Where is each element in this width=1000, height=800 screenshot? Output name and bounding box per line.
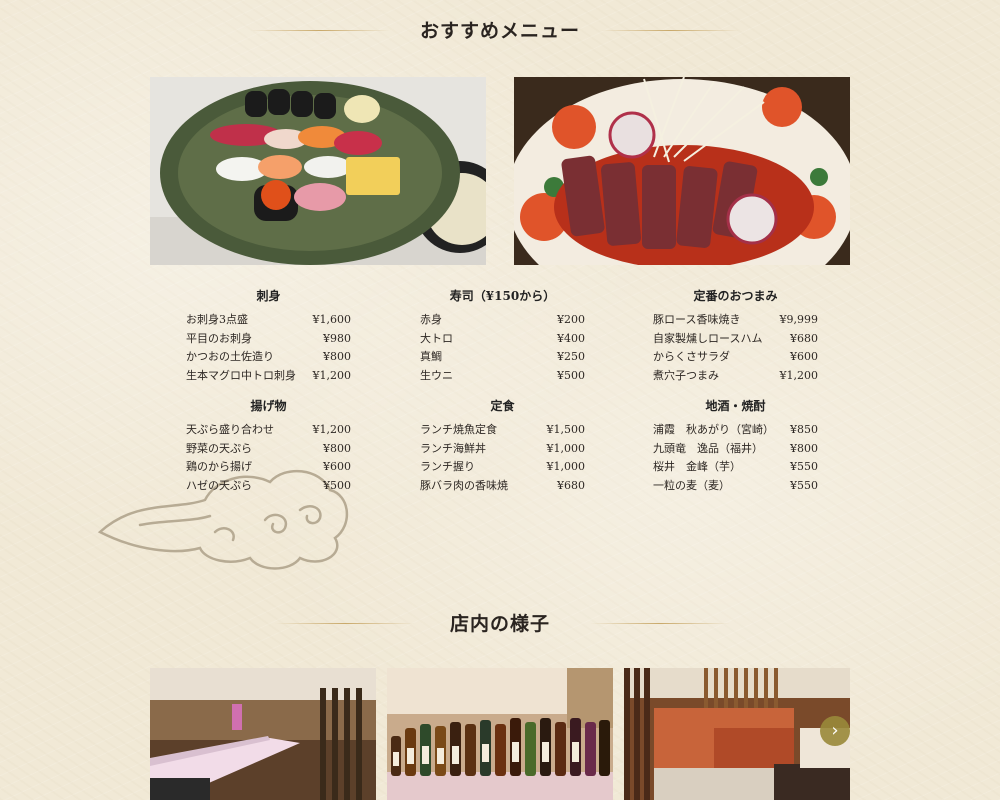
menu-section-teishoku: 定食 ランチ焼魚定食 ¥1,500 ランチ海鮮丼 ¥1,000 ランチ握り ¥1,00… bbox=[420, 397, 585, 495]
menu-item-price: ¥800 bbox=[790, 441, 818, 455]
menu-item-name: 赤身 bbox=[420, 313, 442, 326]
menu-item: 赤身 ¥200 bbox=[420, 311, 585, 330]
menu-item-price: ¥600 bbox=[323, 460, 351, 474]
menu-item-name: 生ウニ bbox=[420, 368, 453, 382]
menu-item-name: かつおの土佐造り bbox=[186, 350, 274, 364]
menu-item-name: からくさサラダ bbox=[653, 350, 730, 364]
menu-item-name: お刺身3点盛 bbox=[186, 313, 248, 326]
menu-item-price: ¥500 bbox=[323, 478, 351, 492]
menu-item-price: ¥1,000 bbox=[546, 441, 586, 455]
interior-photo-bottles[interactable] bbox=[387, 668, 613, 800]
menu-item-price: ¥500 bbox=[557, 368, 585, 382]
menu-item: 野菜の天ぷら ¥800 bbox=[186, 440, 351, 459]
menu-item-price: ¥200 bbox=[557, 313, 585, 326]
menu-section-title: 地酒・焼酎 bbox=[705, 399, 766, 413]
menu-item: 鶏のから揚げ ¥600 bbox=[186, 458, 351, 477]
menu-item-name: 真鯛 bbox=[420, 350, 442, 364]
menu-item: からくさサラダ ¥600 bbox=[653, 348, 818, 367]
interior-title: 店内の様子 bbox=[449, 613, 550, 635]
recommend-title: おすすめメニュー bbox=[419, 20, 580, 42]
menu-item-price: ¥680 bbox=[790, 331, 818, 345]
menu-item-name: ランチ握り bbox=[420, 460, 475, 474]
menu-item: 生本マグロ中トロ刺身 ¥1,200 bbox=[186, 367, 351, 386]
menu-item-price: ¥850 bbox=[790, 423, 818, 436]
menu-item-name: 豚バラ肉の香味焼 bbox=[420, 478, 508, 492]
title-divider bbox=[275, 622, 415, 624]
menu-section-otsumami: 定番のおつまみ 豚ロース香味焼き ¥9,999 自家製燻しロースハム ¥680 から… bbox=[653, 287, 818, 385]
interior-photo-tables[interactable] bbox=[624, 668, 850, 800]
menu-item-price: ¥680 bbox=[557, 478, 585, 492]
menu-item: 豚バラ肉の香味焼 ¥680 bbox=[420, 477, 585, 496]
menu-item-price: ¥1,600 bbox=[312, 313, 352, 326]
sushi-platter-photo bbox=[150, 77, 486, 265]
menu-item-price: ¥1,500 bbox=[546, 423, 586, 436]
menu-item: 一粒の麦（麦） ¥550 bbox=[653, 477, 818, 496]
menu-item-name: 鶏のから揚げ bbox=[186, 460, 252, 474]
menu-section-agemono: 揚げ物 天ぷら盛り合わせ ¥1,200 野菜の天ぷら ¥800 鶏のから揚げ ¥600… bbox=[186, 397, 351, 495]
interior-photo-counter[interactable] bbox=[150, 668, 376, 800]
menu-item-name: 九頭竜 逸品（福井） bbox=[653, 441, 763, 455]
menu-item: 平目のお刺身 ¥980 bbox=[186, 330, 351, 349]
menu-item: お刺身3点盛 ¥1,600 bbox=[186, 311, 351, 330]
menu-item-price: ¥800 bbox=[323, 350, 351, 364]
menu-item-name: ハゼの天ぷら bbox=[186, 478, 252, 492]
menu-item: 九頭竜 逸品（福井） ¥800 bbox=[653, 440, 818, 459]
menu-item-name: 野菜の天ぷら bbox=[186, 441, 252, 455]
menu-item: かつおの土佐造り ¥800 bbox=[186, 348, 351, 367]
menu-section-title: 刺身 bbox=[256, 289, 281, 303]
menu-item-name: ランチ焼魚定食 bbox=[420, 423, 497, 436]
menu-item-name: 自家製燻しロースハム bbox=[653, 331, 763, 345]
menu-item-name: 浦霞 秋あがり（宮崎） bbox=[653, 423, 774, 436]
menu-item: 豚ロース香味焼き ¥9,999 bbox=[653, 311, 818, 330]
menu-item: 煮穴子つまみ ¥1,200 bbox=[653, 367, 818, 386]
menu-item-price: ¥980 bbox=[323, 331, 351, 345]
menu-item-name: 煮穴子つまみ bbox=[653, 368, 719, 382]
menu-item-name: 豚ロース香味焼き bbox=[653, 313, 741, 326]
menu-item: 真鯛 ¥250 bbox=[420, 348, 585, 367]
menu-item: ランチ握り ¥1,000 bbox=[420, 458, 585, 477]
section-title-recommend: おすすめメニュー bbox=[0, 16, 1000, 43]
menu-item: ランチ海鮮丼 ¥1,000 bbox=[420, 440, 585, 459]
menu-section-sashimi: 刺身 お刺身3点盛 ¥1,600 平目のお刺身 ¥980 かつおの土佐造り ¥800 … bbox=[186, 287, 351, 385]
menu-item-price: ¥550 bbox=[790, 478, 818, 492]
menu-item-price: ¥1,200 bbox=[312, 423, 352, 436]
menu-item-name: 桜井 金峰（芋） bbox=[653, 460, 741, 474]
menu-item-price: ¥600 bbox=[790, 350, 818, 364]
menu-section-jizake: 地酒・焼酎 浦霞 秋あがり（宮崎） ¥850 九頭竜 逸品（福井） ¥800 桜井 … bbox=[653, 397, 818, 495]
menu-item-name: 天ぷら盛り合わせ bbox=[186, 423, 274, 436]
menu-section-title: 定番のおつまみ bbox=[693, 289, 778, 303]
menu-item: 天ぷら盛り合わせ ¥1,200 bbox=[186, 421, 351, 440]
menu-item-price: ¥9,999 bbox=[779, 313, 819, 326]
menu-item: ランチ焼魚定食 ¥1,500 bbox=[420, 421, 585, 440]
menu-item-name: 一粒の麦（麦） bbox=[653, 478, 730, 492]
title-divider bbox=[590, 622, 730, 624]
menu-item: 浦霞 秋あがり（宮崎） ¥850 bbox=[653, 421, 818, 440]
menu-item-name: 平目のお刺身 bbox=[186, 331, 252, 345]
menu-item-price: ¥1,200 bbox=[779, 368, 819, 382]
title-divider bbox=[250, 29, 390, 31]
menu-item-name: 大トロ bbox=[420, 331, 453, 345]
menu-section-title: 定食 bbox=[490, 399, 515, 413]
menu-item: 自家製燻しロースハム ¥680 bbox=[653, 330, 818, 349]
section-title-interior: 店内の様子 bbox=[0, 609, 1000, 636]
menu-item-price: ¥250 bbox=[557, 350, 585, 364]
title-divider bbox=[600, 29, 740, 31]
menu-item: 生ウニ ¥500 bbox=[420, 367, 585, 386]
menu-item: 大トロ ¥400 bbox=[420, 330, 585, 349]
menu-item-name: 生本マグロ中トロ刺身 bbox=[186, 368, 296, 382]
katsuo-tataki-photo bbox=[514, 77, 850, 265]
menu-section-title: 寿司（¥150から） bbox=[449, 289, 556, 303]
menu-item-price: ¥400 bbox=[557, 331, 585, 345]
menu-item-price: ¥800 bbox=[323, 441, 351, 455]
chevron-right-icon[interactable]: › bbox=[820, 716, 850, 746]
menu-item: 桜井 金峰（芋） ¥550 bbox=[653, 458, 818, 477]
menu-item-price: ¥1,200 bbox=[312, 368, 352, 382]
menu-item-name: ランチ海鮮丼 bbox=[420, 441, 486, 455]
menu-item: ハゼの天ぷら ¥500 bbox=[186, 477, 351, 496]
menu-item-price: ¥1,000 bbox=[546, 460, 586, 474]
menu-item-price: ¥550 bbox=[790, 460, 818, 474]
menu-section-sushi: 寿司（¥150から） 赤身 ¥200 大トロ ¥400 真鯛 ¥250 生ウニ ¥500 bbox=[420, 287, 585, 385]
menu-section-title: 揚げ物 bbox=[250, 399, 287, 413]
